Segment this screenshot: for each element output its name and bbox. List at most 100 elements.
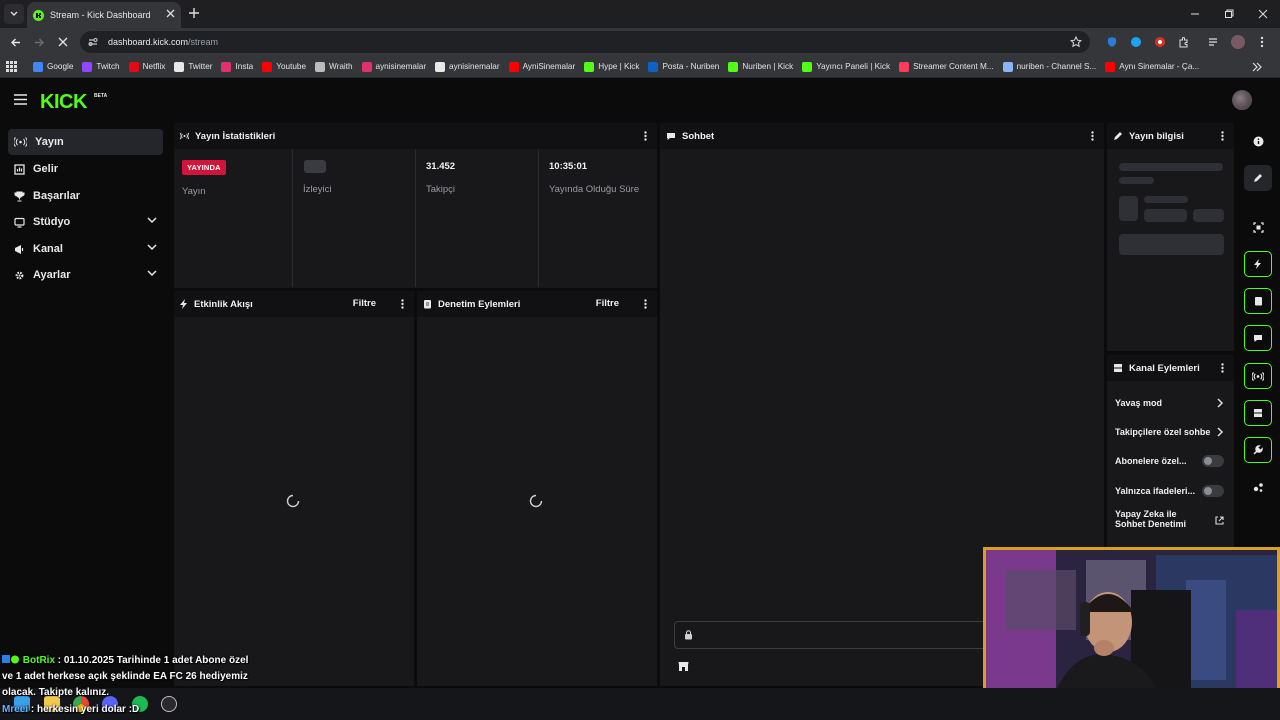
sidebar-item-kanal[interactable]: Kanal [8,236,163,262]
kebab-menu-icon[interactable] [1221,131,1224,141]
broadcast-icon [14,137,27,147]
sidebar-item-label: Başarılar [33,190,81,202]
bookmark-item[interactable]: aynisinemalar [361,61,426,72]
stream-info-panel: Yayın bilgisi [1107,123,1234,351]
chevron-down-icon [10,11,18,16]
followers-only-row[interactable]: Takipçilere özel sohbe [1115,422,1224,442]
close-icon[interactable] [166,9,175,18]
overlay-username: Mreei [2,704,29,715]
chat-bubble-icon [1254,334,1262,342]
slow-mode-row[interactable]: Yavaş mod [1115,393,1224,413]
lightning-icon [180,299,187,309]
channel-actions-toggle-button[interactable] [1244,400,1272,426]
edit-info-button[interactable] [1244,165,1272,191]
address-bar[interactable]: dashboard.kick.com/stream [80,31,1090,53]
bookmark-item[interactable]: Yayıncı Paneli | Kick [802,61,890,72]
x-icon [174,61,185,72]
bookmark-item[interactable]: Hype | Kick [584,61,639,72]
sidebar-item-label: Yayın [35,136,64,148]
sidebar-item-studyo[interactable]: Stüdyo [8,209,163,235]
youtube-icon [1105,61,1116,72]
bookmark-star-icon[interactable] [1070,36,1082,48]
kick-icon [728,61,739,72]
hamburger-menu-icon[interactable] [14,94,27,105]
store-icon[interactable] [678,661,689,672]
bookmark-item[interactable]: Aynı Sinemalar - Ça... [1105,61,1199,72]
more-bookmarks-icon[interactable] [1252,62,1262,72]
extension-red-button[interactable] [1148,30,1172,54]
forward-button[interactable] [27,30,51,54]
stat-value: 10:35:01 [549,161,588,172]
tools-toggle-button[interactable] [1244,437,1272,463]
sidebar-item-ayarlar[interactable]: Ayarlar [8,262,163,288]
bookmark-item[interactable]: nuriben - Channel S... [1002,61,1097,72]
activity-toggle-button[interactable] [1244,251,1272,277]
outlook-icon [648,61,659,72]
extensions-button[interactable] [1172,30,1196,54]
moderation-toggle-button[interactable] [1244,288,1272,314]
stop-loading-button[interactable] [51,30,75,54]
extension-shield-button[interactable] [1100,30,1124,54]
bookmark-item[interactable]: Netflix [128,61,165,72]
kebab-menu-icon[interactable] [644,299,647,309]
sidebar-item-gelir[interactable]: Gelir [8,156,163,182]
capture-button[interactable] [1244,214,1272,240]
kebab-menu-icon[interactable] [401,299,404,309]
back-button[interactable] [3,30,27,54]
kick-icon [584,61,595,72]
stats-toggle-button[interactable] [1244,363,1272,389]
kick-logo[interactable]: KICK BETA [40,90,110,112]
minimize-button[interactable] [1178,0,1212,28]
bookmark-label: nuriben - Channel S... [1016,62,1097,71]
bookmark-item[interactable]: Insta [221,61,253,72]
channel-icon [1002,61,1013,72]
kebab-menu-icon[interactable] [1221,363,1224,373]
restore-button[interactable] [1212,0,1246,28]
extension-blue-button[interactable] [1124,30,1148,54]
profile-button[interactable] [1226,30,1250,54]
broadcast-icon [1252,371,1264,381]
kebab-menu-icon[interactable] [644,131,647,141]
info-button[interactable] [1244,128,1272,154]
bookmark-item[interactable]: Twitch [82,61,120,72]
activity-feed-panel: Etkinlik Akışı Filtre [174,291,414,686]
bookmark-item[interactable]: Posta - Nuriben [648,61,719,72]
bookmark-item[interactable]: Youtube [262,61,306,72]
user-avatar[interactable] [1232,90,1252,110]
browser-tab-active[interactable]: Stream - Kick Dashboard [27,2,181,28]
sidebar-item-label: Ayarlar [33,269,71,281]
activity-filter-button[interactable]: Filtre [353,298,376,309]
bookmark-item[interactable]: AyniSinemalar [508,61,575,72]
media-controls-button[interactable] [1202,30,1226,54]
sidebar-item-yayin[interactable]: Yayın [8,129,163,155]
site-info-icon[interactable] [88,37,98,47]
close-icon [1258,9,1268,19]
bookmark-item[interactable]: Streamer Content M... [899,61,994,72]
bookmark-item[interactable]: Wraith [315,61,353,72]
new-tab-icon[interactable] [188,7,200,19]
bookmark-item[interactable]: Google [33,61,73,72]
chat-toggle-button[interactable] [1244,325,1272,351]
obs-icon[interactable] [161,696,177,712]
bookmark-label: Streamer Content M... [913,62,994,71]
tab-search-button[interactable] [4,4,24,24]
close-window-button[interactable] [1246,0,1280,28]
bookmark-item[interactable]: Nuriben | Kick [728,61,793,72]
chrome-menu-button[interactable] [1250,30,1274,54]
ai-moderation-row[interactable]: Yapay Zeka ile Sohbet Denetimi [1115,509,1224,535]
kebab-menu-icon[interactable] [1091,131,1094,141]
bookmark-item[interactable]: aynisinemalar [435,61,500,72]
chevron-down-icon [147,244,157,251]
browser-toolbar: dashboard.kick.com/stream [0,28,1280,56]
overlay-message: : 01.10.2025 Tarihinde 1 adet Abone özel [55,655,249,666]
add-widget-button[interactable] [1244,474,1272,500]
subscribers-only-toggle[interactable] [1202,455,1224,467]
profile-avatar-icon [1231,35,1245,49]
loading-spinner-icon [529,494,543,508]
apps-grid-icon[interactable] [6,61,17,72]
emotes-only-toggle[interactable] [1202,485,1224,497]
moderation-filter-button[interactable]: Filtre [596,298,619,309]
action-label: Yapay Zeka ile [1115,509,1177,519]
bookmark-item[interactable]: Twitter [174,61,212,72]
sidebar-item-basarilar[interactable]: Başarılar [8,183,163,209]
